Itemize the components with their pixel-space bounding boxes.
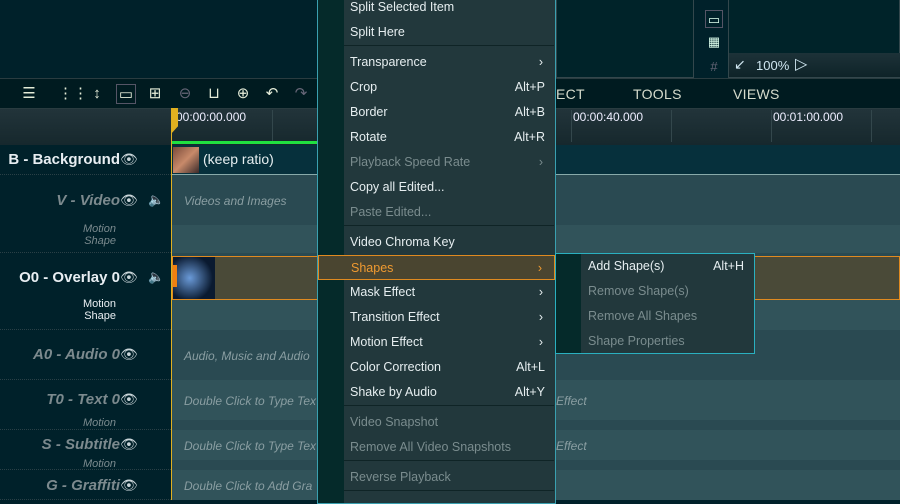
menu-item-split-selected-item[interactable]: Split Selected Item bbox=[318, 0, 555, 20]
menu-item-remove-all-video-snapshots[interactable]: Remove All Video Snapshots bbox=[318, 435, 555, 460]
tab-effect[interactable]: ECT bbox=[556, 86, 585, 102]
submenu-item-shape-properties[interactable]: Shape Properties bbox=[556, 329, 754, 354]
shortcut: Alt+H bbox=[713, 259, 744, 273]
track-header-text[interactable]: T0 - Text 0 👁 Motion bbox=[0, 380, 171, 430]
zoom-out-icon[interactable]: ⊖ bbox=[175, 84, 195, 104]
eye-icon[interactable]: 👁 bbox=[120, 269, 138, 286]
undo-icon[interactable]: ↶ bbox=[262, 84, 282, 104]
split-icon[interactable]: ⊞ bbox=[145, 84, 165, 104]
tab-views[interactable]: VIEWS bbox=[733, 86, 780, 102]
shortcut: Alt+B bbox=[514, 105, 545, 119]
menu-item-paste-edited[interactable]: Paste Edited... bbox=[318, 200, 555, 225]
track-header-video[interactable]: V - Video 👁 🔈 Motion Shape bbox=[0, 175, 171, 253]
speaker-icon[interactable]: 🔈 bbox=[148, 269, 164, 285]
menu-item-color-correction[interactable]: Color Correction Alt+L bbox=[318, 355, 555, 380]
shortcut: Alt+L bbox=[516, 360, 545, 374]
zoom-in-icon[interactable]: ⊕ bbox=[233, 84, 253, 104]
render-progress bbox=[172, 141, 317, 144]
chevron-right-icon: › bbox=[538, 155, 543, 169]
playhead-line[interactable] bbox=[171, 108, 172, 500]
menu-separator bbox=[344, 45, 554, 46]
speaker-icon[interactable]: 🔈 bbox=[148, 192, 164, 208]
submenu-item-remove-all-shapes[interactable]: Remove All Shapes bbox=[556, 304, 754, 329]
track-header-background[interactable]: B - Background 👁 bbox=[0, 145, 171, 175]
eye-icon[interactable]: 👁 bbox=[120, 151, 138, 168]
menu-item-copy-all-edited[interactable]: Copy all Edited... bbox=[318, 175, 555, 200]
chevron-right-icon: › bbox=[537, 261, 542, 275]
menu-separator bbox=[344, 225, 554, 226]
submenu-item-add-shape-s[interactable]: Add Shape(s) Alt+H bbox=[556, 254, 754, 279]
clip-thumbnail bbox=[173, 257, 215, 299]
tab-tools[interactable]: TOOLS bbox=[633, 86, 682, 102]
shortcut: Alt+Y bbox=[514, 385, 545, 399]
track-list-icon[interactable]: ☰ bbox=[19, 84, 39, 104]
eye-icon[interactable]: 👁 bbox=[120, 391, 138, 408]
shortcut: Alt+R bbox=[514, 130, 545, 144]
grid-icon[interactable]: ▦ bbox=[705, 33, 723, 51]
menu-item-mask-effect[interactable]: Mask Effect › bbox=[318, 280, 555, 305]
menu-item-shapes[interactable]: Shapes › bbox=[318, 255, 555, 280]
menu-item-border[interactable]: Border Alt+B bbox=[318, 100, 555, 125]
vertical-resize-icon[interactable]: ↕ bbox=[87, 84, 107, 104]
context-menu: Split Selected Item Split Here Transparenc… bbox=[317, 0, 556, 504]
fit-icon[interactable]: ▭ bbox=[116, 84, 136, 104]
menu-item-transition-effect[interactable]: Transition Effect › bbox=[318, 305, 555, 330]
menu-item-reverse-playback[interactable]: Reverse Playback bbox=[318, 465, 555, 490]
chevron-right-icon: › bbox=[538, 285, 543, 299]
menu-item-rotate[interactable]: Rotate Alt+R bbox=[318, 125, 555, 150]
submenu-item-remove-shape-s[interactable]: Remove Shape(s) bbox=[556, 279, 754, 304]
menu-item-motion-effect[interactable]: Motion Effect › bbox=[318, 330, 555, 355]
menu-item-video-snapshot[interactable]: Video Snapshot bbox=[318, 410, 555, 435]
play-icon[interactable]: ▷ bbox=[795, 54, 807, 74]
zoom-level[interactable]: 100% bbox=[756, 58, 789, 73]
menu-item-crop[interactable]: Crop Alt+P bbox=[318, 75, 555, 100]
chevron-right-icon: › bbox=[538, 55, 543, 69]
chevron-right-icon: › bbox=[538, 310, 543, 324]
track-header-overlay[interactable]: O0 - Overlay 0 👁 🔈 Motion Shape bbox=[0, 253, 171, 330]
dotted-grid-icon[interactable]: ⋮⋮ bbox=[58, 84, 88, 104]
menu-item-video-chroma-key[interactable]: Video Chroma Key bbox=[318, 230, 555, 255]
timecode: 00:00:40.000 bbox=[573, 110, 644, 124]
menu-separator bbox=[344, 490, 554, 491]
fit-frame-icon[interactable]: ▭ bbox=[705, 10, 723, 28]
shrink-icon[interactable]: ↙ bbox=[734, 56, 746, 73]
eye-icon[interactable]: 👁 bbox=[120, 192, 138, 209]
timecode: 00:01:00.000 bbox=[773, 110, 844, 124]
menu-item-transparence[interactable]: Transparence › bbox=[318, 50, 555, 75]
track-header-subtitle[interactable]: S - Subtitle 👁 Motion bbox=[0, 430, 171, 470]
shapes-submenu: Add Shape(s) Alt+H Remove Shape(s) Remove A… bbox=[555, 253, 755, 354]
clip-thumbnail bbox=[173, 147, 199, 173]
eye-icon[interactable]: 👁 bbox=[120, 346, 138, 363]
menu-item-split-here[interactable]: Split Here bbox=[318, 20, 555, 45]
eye-icon[interactable]: 👁 bbox=[120, 477, 138, 494]
chevron-right-icon: › bbox=[538, 335, 543, 349]
clip-label[interactable]: (keep ratio) bbox=[203, 151, 274, 167]
eye-icon[interactable]: 👁 bbox=[120, 436, 138, 453]
clip-handle[interactable] bbox=[173, 265, 177, 287]
menu-item-shake-by-audio[interactable]: Shake by Audio Alt+Y bbox=[318, 380, 555, 405]
preview-toolbar: ↙ 100% ▷ bbox=[729, 53, 900, 77]
menu-separator bbox=[344, 460, 554, 461]
menu-separator bbox=[344, 405, 554, 406]
ruler-icon[interactable]: ⊔ bbox=[204, 84, 224, 104]
menu-item-playback-speed-rate[interactable]: Playback Speed Rate › bbox=[318, 150, 555, 175]
preview-panel-left bbox=[556, 0, 694, 78]
shortcut: Alt+P bbox=[514, 80, 545, 94]
track-header-audio[interactable]: A0 - Audio 0 👁 bbox=[0, 330, 171, 380]
grid-off-icon[interactable]: # bbox=[705, 58, 723, 76]
track-header-graffiti[interactable]: G - Graffiti 👁 bbox=[0, 470, 171, 500]
timecode: 00:00:00.000 bbox=[176, 110, 247, 124]
redo-icon[interactable]: ↷ bbox=[291, 84, 311, 104]
